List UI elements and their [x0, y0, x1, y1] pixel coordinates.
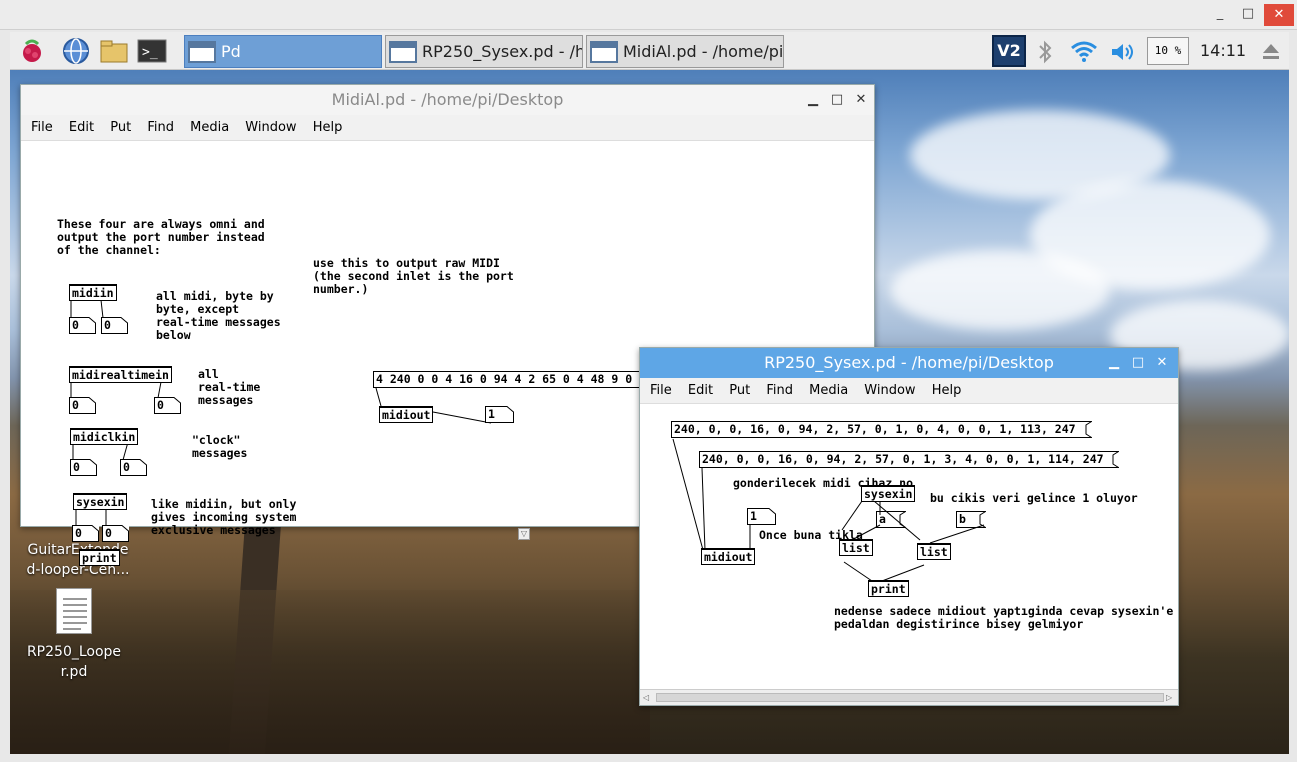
number-box[interactable]: 1 — [485, 406, 514, 423]
scroll-right-icon[interactable]: ▷ — [1166, 693, 1172, 702]
menu-edit[interactable]: Edit — [688, 383, 713, 398]
outer-close-button[interactable]: ✕ — [1264, 4, 1294, 26]
scroll-down-button[interactable]: ▽ — [518, 528, 530, 540]
menu-put[interactable]: Put — [110, 120, 131, 135]
task-label: RP250_Sysex.pd - /h... — [422, 42, 583, 61]
scroll-left-icon[interactable]: ◁ — [643, 693, 649, 702]
cpu-monitor: 10 % — [1147, 37, 1189, 65]
web-browser-icon[interactable] — [60, 36, 92, 66]
message-sysex-2[interactable]: 240, 0, 0, 16, 0, 94, 2, 57, 0, 1, 3, 4,… — [699, 451, 1119, 468]
number-box[interactable]: 0 — [120, 459, 147, 476]
menu-put[interactable]: Put — [729, 383, 750, 398]
close-button[interactable]: ✕ — [1152, 348, 1172, 378]
outer-minimize-button[interactable]: _ — [1208, 0, 1232, 28]
close-button[interactable]: ✕ — [851, 85, 871, 115]
menu-edit[interactable]: Edit — [69, 120, 94, 135]
object-midiout[interactable]: midiout — [379, 406, 434, 423]
window-icon — [188, 41, 216, 63]
task-pd[interactable]: Pd — [184, 35, 382, 68]
horizontal-scrollbar[interactable]: ◁ ▷ — [640, 689, 1178, 705]
eject-icon[interactable] — [1260, 40, 1282, 62]
object-midiout[interactable]: midiout — [701, 548, 756, 565]
menu-media[interactable]: Media — [190, 120, 229, 135]
raspberry-menu-icon[interactable] — [16, 36, 48, 66]
number-box[interactable]: 0 — [101, 317, 128, 334]
menu-find[interactable]: Find — [766, 383, 793, 398]
menu-file[interactable]: File — [31, 120, 53, 135]
object-print[interactable]: print — [868, 580, 909, 597]
number-box[interactable]: 1 — [747, 508, 776, 525]
file-manager-icon[interactable] — [98, 36, 130, 66]
menu-find[interactable]: Find — [147, 120, 174, 135]
scrollbar-thumb[interactable] — [656, 693, 1164, 702]
task-label: MidiAl.pd - /home/pi... — [623, 42, 784, 61]
comment-midiin: all midi, byte by byte, except real-time… — [156, 289, 281, 342]
number-box[interactable]: 0 — [69, 317, 96, 334]
menu-media[interactable]: Media — [809, 383, 848, 398]
comment-sysexin: like midiin, but only gives incoming sys… — [151, 497, 297, 537]
minimize-button[interactable]: ▁ — [1104, 348, 1124, 378]
window-title: RP250_Sysex.pd - /home/pi/Desktop — [764, 353, 1054, 372]
comment-raw-midi: use this to output raw MIDI (the second … — [313, 256, 514, 296]
menu-window[interactable]: Window — [864, 383, 915, 398]
object-list[interactable]: list — [839, 539, 873, 556]
wifi-icon[interactable] — [1070, 39, 1098, 63]
number-box[interactable]: 0 — [70, 459, 97, 476]
message-b[interactable]: b — [956, 511, 986, 528]
task-rp250[interactable]: RP250_Sysex.pd - /h... — [385, 35, 583, 68]
object-sysexin[interactable]: sysexin — [861, 485, 916, 502]
vnc-icon[interactable]: V2 — [992, 35, 1026, 67]
rp250-titlebar[interactable]: RP250_Sysex.pd - /home/pi/Desktop ▁ □ ✕ — [640, 348, 1178, 378]
patch-cords — [672, 438, 985, 582]
taskbar: >_ Pd RP250_Sysex.pd - /h... MidiAl.pd -… — [10, 32, 1289, 70]
task-midial[interactable]: MidiAl.pd - /home/pi... — [586, 35, 784, 68]
bluetooth-icon[interactable] — [1036, 40, 1054, 64]
window-title: MidiAl.pd - /home/pi/Desktop — [331, 90, 564, 109]
object-print[interactable]: print — [79, 549, 120, 566]
icon-label: RP250_Loope — [26, 644, 122, 660]
menu-file[interactable]: File — [650, 383, 672, 398]
menu-help[interactable]: Help — [932, 383, 962, 398]
object-midiin[interactable]: midiin — [69, 284, 117, 301]
minimize-button[interactable]: ▁ — [803, 85, 823, 115]
maximize-button[interactable]: □ — [1128, 348, 1148, 378]
message-sysex-1[interactable]: 240, 0, 0, 16, 0, 94, 2, 57, 0, 1, 0, 4,… — [671, 421, 1092, 438]
comment-realtime: all real-time messages — [198, 367, 261, 407]
outer-titlebar: _ □ ✕ — [0, 0, 1297, 30]
number-box[interactable]: 0 — [154, 397, 181, 414]
rp250-menubar: File Edit Put Find Media Window Help — [640, 378, 1178, 404]
icon-label: r.pd — [60, 664, 88, 680]
number-box[interactable]: 0 — [102, 525, 129, 542]
number-box[interactable]: 0 — [69, 397, 96, 414]
menu-window[interactable]: Window — [245, 120, 296, 135]
menu-help[interactable]: Help — [313, 120, 343, 135]
rp250-canvas[interactable]: 240, 0, 0, 16, 0, 94, 2, 57, 0, 1, 0, 4,… — [640, 405, 1178, 689]
desktop-icon-rp250-looper[interactable]: RP250_Loope r.pd — [22, 588, 134, 684]
midial-menubar: File Edit Put Find Media Window Help — [21, 115, 874, 141]
outer-maximize-button[interactable]: □ — [1236, 0, 1260, 28]
maximize-button[interactable]: □ — [827, 85, 847, 115]
document-icon — [56, 588, 92, 634]
object-midirealtimein[interactable]: midirealtimein — [69, 366, 172, 383]
clock[interactable]: 14:11 — [1200, 32, 1246, 69]
message-a[interactable]: a — [876, 511, 906, 528]
comment-intro: These four are always omni and output th… — [57, 217, 265, 257]
number-box[interactable]: 0 — [72, 525, 99, 542]
svg-text:>_: >_ — [142, 45, 158, 60]
window-icon — [389, 41, 417, 63]
comment-nedense: nedense sadece midiout yaptıginda cevap … — [834, 604, 1174, 631]
volume-icon[interactable] — [1109, 40, 1137, 64]
midial-titlebar[interactable]: MidiAl.pd - /home/pi/Desktop ▁ □ ✕ — [21, 85, 874, 115]
window-rp250: RP250_Sysex.pd - /home/pi/Desktop ▁ □ ✕ … — [639, 347, 1179, 706]
object-midiclkin[interactable]: midiclkin — [70, 428, 139, 445]
object-list[interactable]: list — [917, 543, 951, 560]
object-sysexin[interactable]: sysexin — [73, 493, 128, 510]
terminal-icon[interactable]: >_ — [136, 36, 168, 66]
comment-output-one: bu cikis veri gelince 1 oluyor — [930, 491, 1138, 505]
task-label: Pd — [221, 42, 241, 61]
comment-clock: "clock" messages — [192, 433, 248, 460]
window-icon — [590, 41, 618, 63]
